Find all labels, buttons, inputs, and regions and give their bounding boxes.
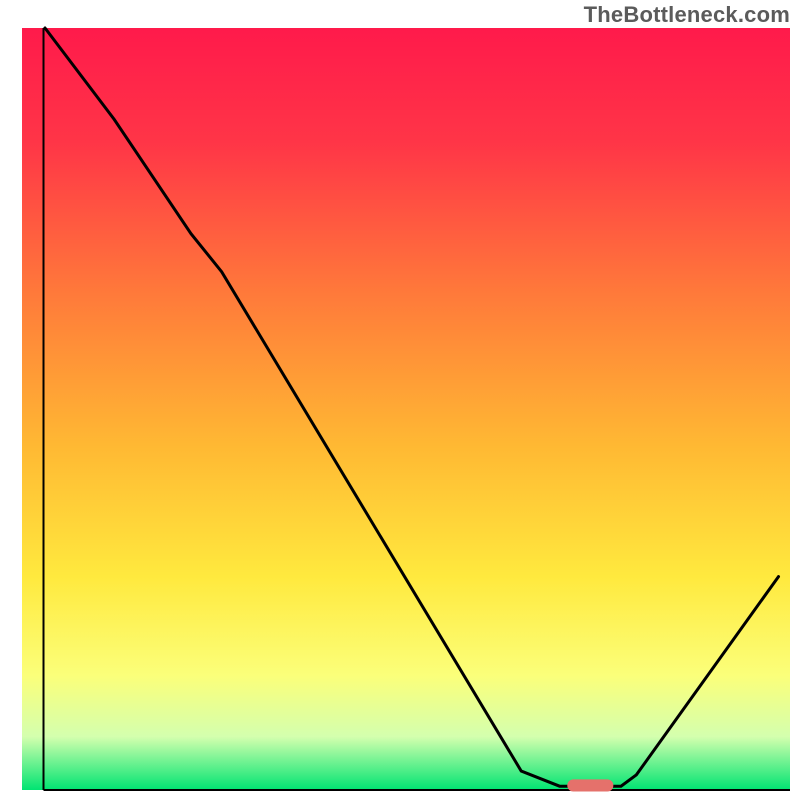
bottleneck-chart <box>0 0 800 800</box>
gradient-background <box>22 28 790 790</box>
watermark-text: TheBottleneck.com <box>584 2 790 28</box>
optimal-marker <box>567 779 613 791</box>
chart-container: TheBottleneck.com <box>0 0 800 800</box>
